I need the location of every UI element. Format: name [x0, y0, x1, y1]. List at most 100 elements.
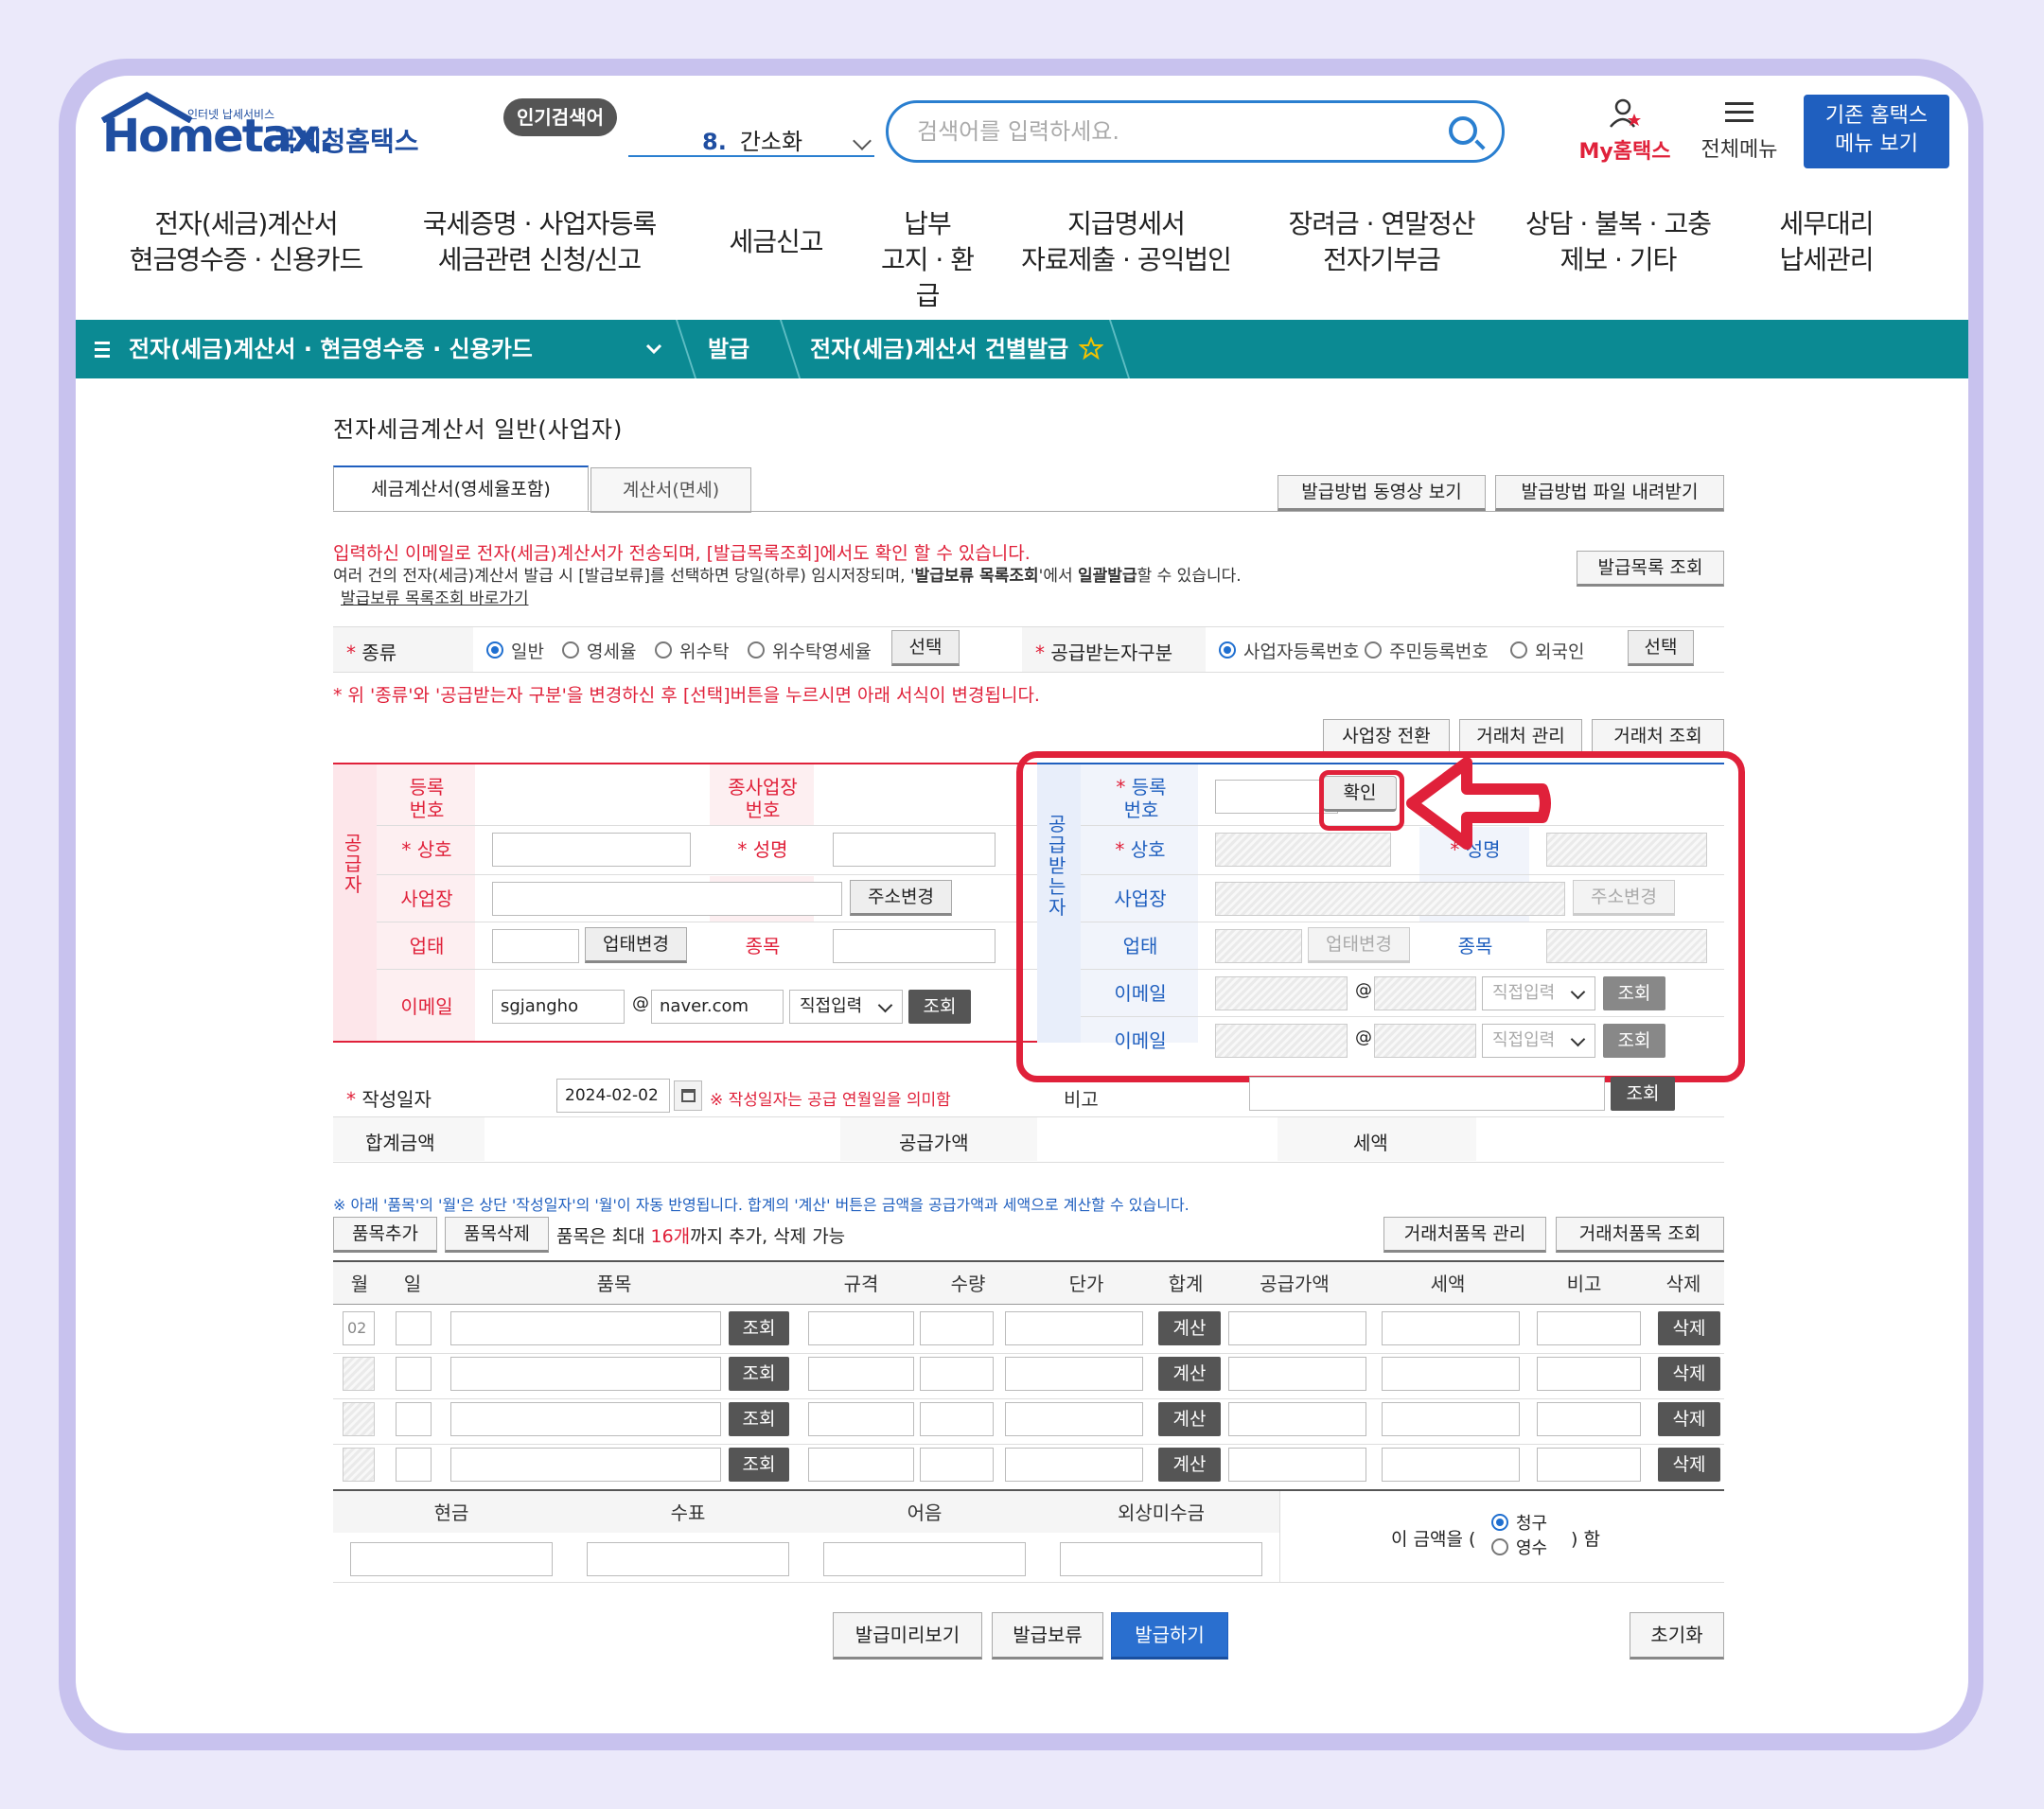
supplier-item-input[interactable]: [833, 929, 996, 963]
payment-credit-input[interactable]: [1060, 1542, 1262, 1576]
popular-search-select[interactable]: 8. 간소화: [628, 114, 874, 157]
item-name-input[interactable]: [450, 1448, 721, 1482]
gnb-tax-report[interactable]: 세금신고: [710, 224, 842, 260]
supplier-email-id-input[interactable]: sgjangho: [492, 990, 625, 1024]
item-lookup-button[interactable]: 조회: [729, 1402, 789, 1436]
type-radio-zero[interactable]: [562, 641, 579, 659]
supplier-addr-input[interactable]: [492, 882, 842, 916]
item-unit-price-input[interactable]: [1005, 1402, 1143, 1436]
type-select-button[interactable]: 선택: [891, 630, 960, 666]
search-icon[interactable]: [1449, 116, 1477, 145]
type-radio-general[interactable]: [486, 641, 503, 659]
file-guide-button[interactable]: 발급방법 파일 내려받기: [1495, 475, 1724, 511]
date-input[interactable]: 2024-02-02: [556, 1079, 670, 1113]
supplier-biztype-button[interactable]: 업태변경: [585, 927, 687, 963]
item-spec-input[interactable]: [808, 1448, 914, 1482]
item-calc-button[interactable]: 계산: [1158, 1448, 1221, 1482]
item-day-input[interactable]: [396, 1402, 432, 1436]
menu-icon[interactable]: [95, 320, 110, 400]
item-supply-input[interactable]: [1228, 1311, 1366, 1345]
item-calc-button[interactable]: 계산: [1158, 1402, 1221, 1436]
all-menu-button[interactable]: 전체메뉴: [1692, 98, 1787, 163]
item-qty-input[interactable]: [920, 1311, 994, 1345]
recv-radio-rrn[interactable]: [1365, 641, 1382, 659]
preview-button[interactable]: 발급미리보기: [833, 1612, 982, 1660]
issue-button[interactable]: 발급하기: [1111, 1612, 1228, 1660]
biz-switch-button[interactable]: 사업장 전환: [1323, 719, 1450, 755]
video-guide-button[interactable]: 발급방법 동영상 보기: [1278, 475, 1486, 511]
partner-search-button[interactable]: 거래처 조회: [1592, 719, 1724, 755]
issue-list-button[interactable]: 발급목록 조회: [1577, 551, 1724, 587]
search-input[interactable]: 검색어를 입력하세요.: [886, 100, 1505, 163]
gnb-statement[interactable]: 지급명세서 자료제출 · 공익법인: [1013, 206, 1240, 278]
item-unit-price-input[interactable]: [1005, 1357, 1143, 1391]
gnb-consult[interactable]: 상담 · 불복 · 고충 제보 · 기타: [1514, 206, 1722, 278]
item-memo-input[interactable]: [1537, 1402, 1641, 1436]
supplier-addr-button[interactable]: 주소변경: [850, 880, 952, 916]
recv-select-button[interactable]: 선택: [1628, 630, 1694, 666]
type-radio-consign[interactable]: [655, 641, 672, 659]
hold-list-link[interactable]: 발급보류 목록조회 바로가기: [341, 585, 529, 608]
item-unit-price-input[interactable]: [1005, 1311, 1143, 1345]
recv-radio-bizno[interactable]: [1219, 641, 1236, 659]
recv-radio-foreign[interactable]: [1510, 641, 1527, 659]
item-delete-button[interactable]: 품목삭제: [445, 1217, 549, 1253]
item-tax-input[interactable]: [1382, 1357, 1520, 1391]
gnb-certificate[interactable]: 국세증명 · 사업자등록 세금관련 신청/신고: [407, 206, 672, 278]
item-qty-input[interactable]: [920, 1357, 994, 1391]
item-spec-input[interactable]: [808, 1402, 914, 1436]
item-lookup-button[interactable]: 조회: [729, 1448, 789, 1482]
my-hometax-button[interactable]: My홈택스: [1573, 98, 1677, 165]
hold-button[interactable]: 발급보류: [992, 1612, 1103, 1660]
partner-mgmt-button[interactable]: 거래처 관리: [1459, 719, 1582, 755]
item-supply-input[interactable]: [1228, 1357, 1366, 1391]
gnb-agent[interactable]: 세무대리 납세관리: [1760, 206, 1893, 278]
gnb-incentive[interactable]: 장려금 · 연말정산 전자기부금: [1278, 206, 1486, 278]
item-memo-input[interactable]: [1537, 1448, 1641, 1482]
item-memo-input[interactable]: [1537, 1311, 1641, 1345]
item-supply-input[interactable]: [1228, 1402, 1366, 1436]
item-day-input[interactable]: [396, 1311, 432, 1345]
item-name-input[interactable]: [450, 1402, 721, 1436]
item-spec-input[interactable]: [808, 1311, 914, 1345]
item-day-input[interactable]: [396, 1357, 432, 1391]
supplier-name-input[interactable]: [492, 833, 691, 867]
reset-button[interactable]: 초기화: [1630, 1612, 1724, 1660]
payment-check-input[interactable]: [587, 1542, 789, 1576]
supplier-rep-input[interactable]: [833, 833, 996, 867]
receipt-radio[interactable]: [1491, 1538, 1508, 1555]
supplier-biztype-input[interactable]: [492, 929, 579, 963]
item-memo-input[interactable]: [1537, 1357, 1641, 1391]
item-add-button[interactable]: 품목추가: [333, 1217, 437, 1253]
gnb-einvoice[interactable]: 전자(세금)계산서 현금영수증 · 신용카드: [123, 206, 369, 278]
calendar-icon[interactable]: [674, 1080, 702, 1111]
item-qty-input[interactable]: [920, 1448, 994, 1482]
supplier-email-domain-select[interactable]: 직접입력: [789, 990, 903, 1024]
tab-tax-invoice[interactable]: 세금계산서(영세율포함): [333, 465, 589, 511]
gnb-payment[interactable]: 납부 고지 · 환급: [871, 206, 984, 314]
payment-cash-input[interactable]: [350, 1542, 553, 1576]
item-delete-button[interactable]: 삭제: [1658, 1357, 1720, 1391]
claim-radio[interactable]: [1491, 1514, 1508, 1531]
item-delete-button[interactable]: 삭제: [1658, 1448, 1720, 1482]
item-supply-input[interactable]: [1228, 1448, 1366, 1482]
item-name-input[interactable]: [450, 1311, 721, 1345]
tab-invoice-exempt[interactable]: 계산서(면세): [590, 467, 751, 513]
item-tax-input[interactable]: [1382, 1448, 1520, 1482]
item-lookup-button[interactable]: 조회: [729, 1311, 789, 1345]
item-delete-button[interactable]: 삭제: [1658, 1402, 1720, 1436]
type-radio-consign-zero[interactable]: [748, 641, 765, 659]
item-spec-input[interactable]: [808, 1357, 914, 1391]
item-day-input[interactable]: [396, 1448, 432, 1482]
supplier-email-domain-input[interactable]: naver.com: [651, 990, 784, 1024]
breadcrumb-menu[interactable]: 전자(세금)계산서 · 현금영수증 · 신용카드: [129, 320, 533, 378]
item-calc-button[interactable]: 계산: [1158, 1311, 1221, 1345]
memo-lookup-button[interactable]: 조회: [1611, 1077, 1675, 1111]
supplier-email-lookup-button[interactable]: 조회: [908, 990, 971, 1024]
item-qty-input[interactable]: [920, 1402, 994, 1436]
partner-items-search-button[interactable]: 거래처품목 조회: [1556, 1217, 1724, 1253]
partner-items-mgmt-button[interactable]: 거래처품목 관리: [1383, 1217, 1546, 1253]
item-calc-button[interactable]: 계산: [1158, 1357, 1221, 1391]
item-name-input[interactable]: [450, 1357, 721, 1391]
payment-note-input[interactable]: [823, 1542, 1026, 1576]
